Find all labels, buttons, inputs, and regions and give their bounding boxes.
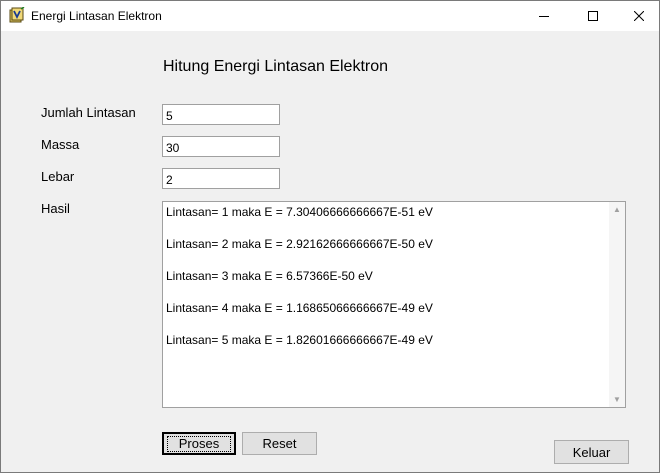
lebar-input[interactable]: 2 [162,168,280,189]
result-line: Lintasan= 2 maka E = 2.92162666666667E-5… [166,237,433,251]
title-bar: Energi Lintasan Elektron [1,1,659,31]
maximize-button[interactable] [570,1,616,31]
minimize-icon [539,16,549,17]
app-window: Energi Lintasan Elektron Hitung Energi L… [0,0,660,473]
maximize-icon [588,11,598,21]
massa-input[interactable]: 30 [162,136,280,157]
close-icon [634,11,644,21]
result-line: Lintasan= 4 maka E = 1.16865066666667E-4… [166,301,433,315]
jumlah-lintasan-label: Jumlah Lintasan [41,105,136,120]
minimize-button[interactable] [521,1,567,31]
reset-button-label: Reset [262,436,297,451]
keluar-button-label: Keluar [572,444,611,460]
massa-label: Massa [41,137,80,152]
scroll-down-icon[interactable]: ▼ [613,395,621,404]
vertical-scrollbar[interactable]: ▲ ▼ [609,202,625,407]
close-button[interactable] [616,1,659,31]
result-line: Lintasan= 5 maka E = 1.82601666666667E-4… [166,333,433,347]
proses-button-label: Proses [166,435,232,452]
hasil-textarea[interactable]: Lintasan= 1 maka E = 7.30406666666667E-5… [162,201,626,408]
scroll-up-icon[interactable]: ▲ [613,205,621,214]
keluar-button[interactable]: Keluar [554,440,629,464]
hasil-label: Hasil [41,201,70,216]
jumlah-lintasan-input[interactable]: 5 [162,104,280,125]
window-title: Energi Lintasan Elektron [31,9,162,23]
reset-button[interactable]: Reset [242,432,317,455]
lebar-label: Lebar [41,169,75,184]
result-line: Lintasan= 1 maka E = 7.30406666666667E-5… [166,205,433,219]
app-icon [9,7,25,23]
proses-button[interactable]: Proses [162,432,236,455]
form-heading: Hitung Energi Lintasan Elektron [163,58,389,75]
result-line: Lintasan= 3 maka E = 6.57366E-50 eV [166,269,373,283]
